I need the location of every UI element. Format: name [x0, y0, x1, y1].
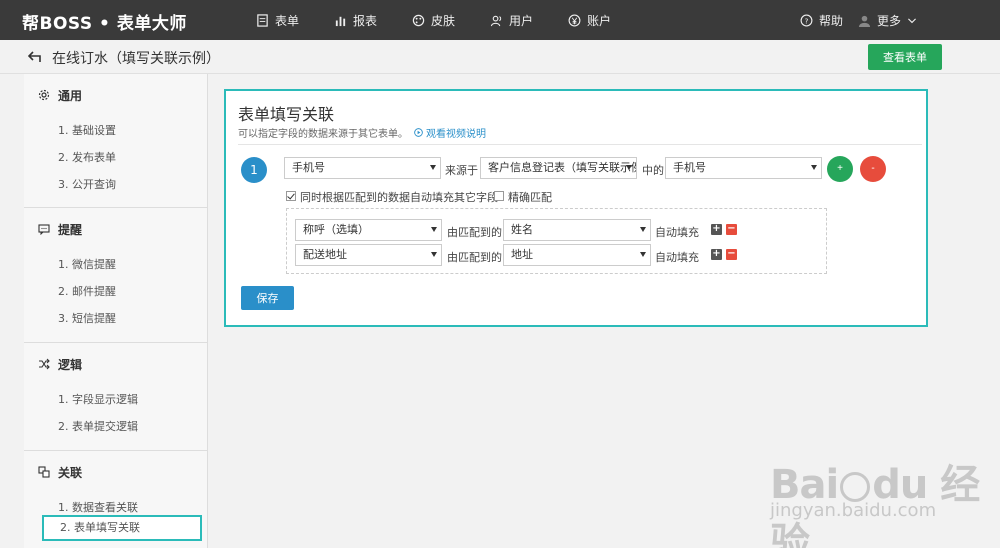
- sidebar-group-header: 逻辑: [24, 345, 207, 383]
- nav-help[interactable]: ? 帮助: [800, 12, 843, 29]
- sidebar-group-header: 关联: [24, 453, 207, 491]
- add-mapping-button[interactable]: +: [711, 224, 722, 235]
- divider: [238, 144, 922, 145]
- auto-fill-text: 自动填充: [655, 251, 699, 264]
- field-select-value: 手机号: [292, 161, 325, 174]
- nav-skin-label: 皮肤: [431, 14, 456, 28]
- nav-skin[interactable]: 皮肤: [412, 12, 455, 29]
- nav-form-label: 表单: [275, 14, 300, 28]
- auto-fill-label: 同时根据匹配到的数据自动填充其它字段: [300, 191, 498, 204]
- nav-users-label: 用户: [509, 14, 534, 28]
- nav-users[interactable]: 用户: [490, 12, 533, 29]
- top-nav-bar: 帮BOSS • 表单大师 表单 报表 皮肤 用户 账户 ? 帮助 更多: [0, 0, 1000, 40]
- target-field-select[interactable]: 称呼（选填）: [295, 219, 442, 241]
- sidebar-item-publish-form[interactable]: 2. 发布表单: [24, 144, 207, 171]
- sidebar-group-logic: 逻辑 1. 字段显示逻辑 2. 表单提交逻辑: [24, 345, 207, 451]
- source-field-map-value: 地址: [511, 248, 533, 261]
- in-label: 中的: [642, 164, 664, 177]
- sidebar-item-basic-settings[interactable]: 1. 基础设置: [24, 117, 207, 144]
- add-mapping-button[interactable]: +: [711, 249, 722, 260]
- field-select[interactable]: 手机号: [284, 157, 441, 179]
- bar-chart-icon: [335, 16, 346, 27]
- rule-number-badge: 1: [241, 157, 267, 183]
- palette-icon: [412, 14, 425, 27]
- user-avatar-icon: [858, 15, 871, 27]
- source-field-map-value: 姓名: [511, 223, 533, 236]
- back-arrow-icon[interactable]: [28, 50, 44, 64]
- sidebar-group-title: 关联: [58, 465, 83, 480]
- gear-icon: [38, 89, 50, 101]
- remove-mapping-button[interactable]: −: [726, 249, 737, 260]
- exact-match-checkbox[interactable]: [494, 191, 504, 201]
- remove-mapping-button[interactable]: −: [726, 224, 737, 235]
- sidebar-item-email-reminder[interactable]: 2. 邮件提醒: [24, 278, 207, 305]
- sidebar-group-title: 逻辑: [58, 357, 83, 372]
- sidebar-item-form-fill-link[interactable]: 2. 表单填写关联: [42, 515, 202, 541]
- nav-report-label: 报表: [353, 14, 378, 28]
- save-button[interactable]: 保存: [241, 286, 294, 310]
- sidebar-group-link: 关联 1. 数据查看关联: [24, 453, 207, 521]
- panel-description: 可以指定字段的数据来源于其它表单。 观看视频说明: [238, 125, 486, 140]
- view-form-button[interactable]: 查看表单: [868, 44, 942, 70]
- form-icon: [257, 14, 268, 27]
- add-rule-button[interactable]: +: [827, 156, 853, 182]
- remove-rule-button[interactable]: -: [860, 156, 886, 182]
- nav-more-label: 更多: [877, 14, 902, 28]
- watermark-url: jingyan.baidu.com: [770, 500, 937, 521]
- source-field-select[interactable]: 手机号: [665, 157, 822, 179]
- nav-more[interactable]: 更多: [858, 12, 917, 29]
- link-icon: [38, 466, 50, 478]
- nav-help-label: 帮助: [819, 14, 844, 28]
- description-text: 可以指定字段的数据来源于其它表单。: [238, 129, 408, 140]
- source-form-select[interactable]: 客户信息登记表（填写关联示例: [480, 157, 637, 179]
- match-label: 由匹配到的: [447, 251, 502, 264]
- sidebar-item-wechat-reminder[interactable]: 1. 微信提醒: [24, 251, 207, 278]
- settings-sidebar: 通用 1. 基础设置 2. 发布表单 3. 公开查询 提醒 1. 微信提醒 2.…: [24, 74, 208, 548]
- sidebar-group-reminder: 提醒 1. 微信提醒 2. 邮件提醒 3. 短信提醒: [24, 210, 207, 343]
- nav-account-label: 账户: [587, 14, 612, 28]
- sidebar-group-title: 通用: [58, 88, 83, 103]
- form-fill-link-panel: 表单填写关联 可以指定字段的数据来源于其它表单。 观看视频说明 1 手机号 来源…: [224, 89, 928, 327]
- play-icon: [414, 128, 423, 137]
- sidebar-item-sms-reminder[interactable]: 3. 短信提醒: [24, 305, 207, 332]
- sidebar-group-title: 提醒: [58, 222, 83, 237]
- sidebar-item-field-display-logic[interactable]: 1. 字段显示逻辑: [24, 386, 207, 413]
- auto-fill-text: 自动填充: [655, 226, 699, 239]
- sidebar-item-form-submit-logic[interactable]: 2. 表单提交逻辑: [24, 413, 207, 440]
- target-field-value: 配送地址: [303, 248, 347, 261]
- match-label: 由匹配到的: [447, 226, 502, 239]
- sidebar-item-public-query[interactable]: 3. 公开查询: [24, 171, 207, 198]
- users-icon: [490, 15, 502, 27]
- panel-title: 表单填写关联: [238, 105, 335, 124]
- sidebar-group-header: 通用: [24, 76, 207, 114]
- source-form-value: 客户信息登记表（填写关联示例: [488, 161, 637, 174]
- target-field-value: 称呼（选填）: [303, 223, 369, 236]
- auto-fill-checkbox[interactable]: [286, 191, 296, 201]
- baidu-watermark: Bai du 经验 jingyan.baidu.com: [770, 452, 1000, 548]
- source-label: 来源于: [445, 164, 478, 177]
- watch-video-label: 观看视频说明: [426, 129, 486, 140]
- nav-account[interactable]: 账户: [568, 12, 611, 29]
- message-icon: [38, 224, 50, 235]
- page-title: 在线订水（填写关联示例）: [52, 51, 220, 67]
- source-field-value: 手机号: [673, 161, 706, 174]
- target-field-select[interactable]: 配送地址: [295, 244, 442, 266]
- source-field-map-select[interactable]: 地址: [503, 244, 651, 266]
- watch-video-link[interactable]: 观看视频说明: [414, 125, 486, 140]
- app-logo[interactable]: 帮BOSS • 表单大师: [22, 9, 187, 34]
- exact-match-label: 精确匹配: [508, 191, 552, 204]
- chevron-down-icon: [908, 17, 916, 23]
- sidebar-group-general: 通用 1. 基础设置 2. 发布表单 3. 公开查询: [24, 76, 207, 208]
- nav-report[interactable]: 报表: [334, 12, 377, 29]
- svg-text:?: ?: [805, 16, 809, 25]
- nav-form[interactable]: 表单: [256, 12, 299, 29]
- source-field-map-select[interactable]: 姓名: [503, 219, 651, 241]
- sidebar-group-header: 提醒: [24, 210, 207, 248]
- shuffle-icon: [39, 358, 50, 370]
- yen-icon: [568, 14, 581, 27]
- page-title-bar: 在线订水（填写关联示例）: [0, 40, 1000, 74]
- question-icon: ?: [800, 14, 813, 27]
